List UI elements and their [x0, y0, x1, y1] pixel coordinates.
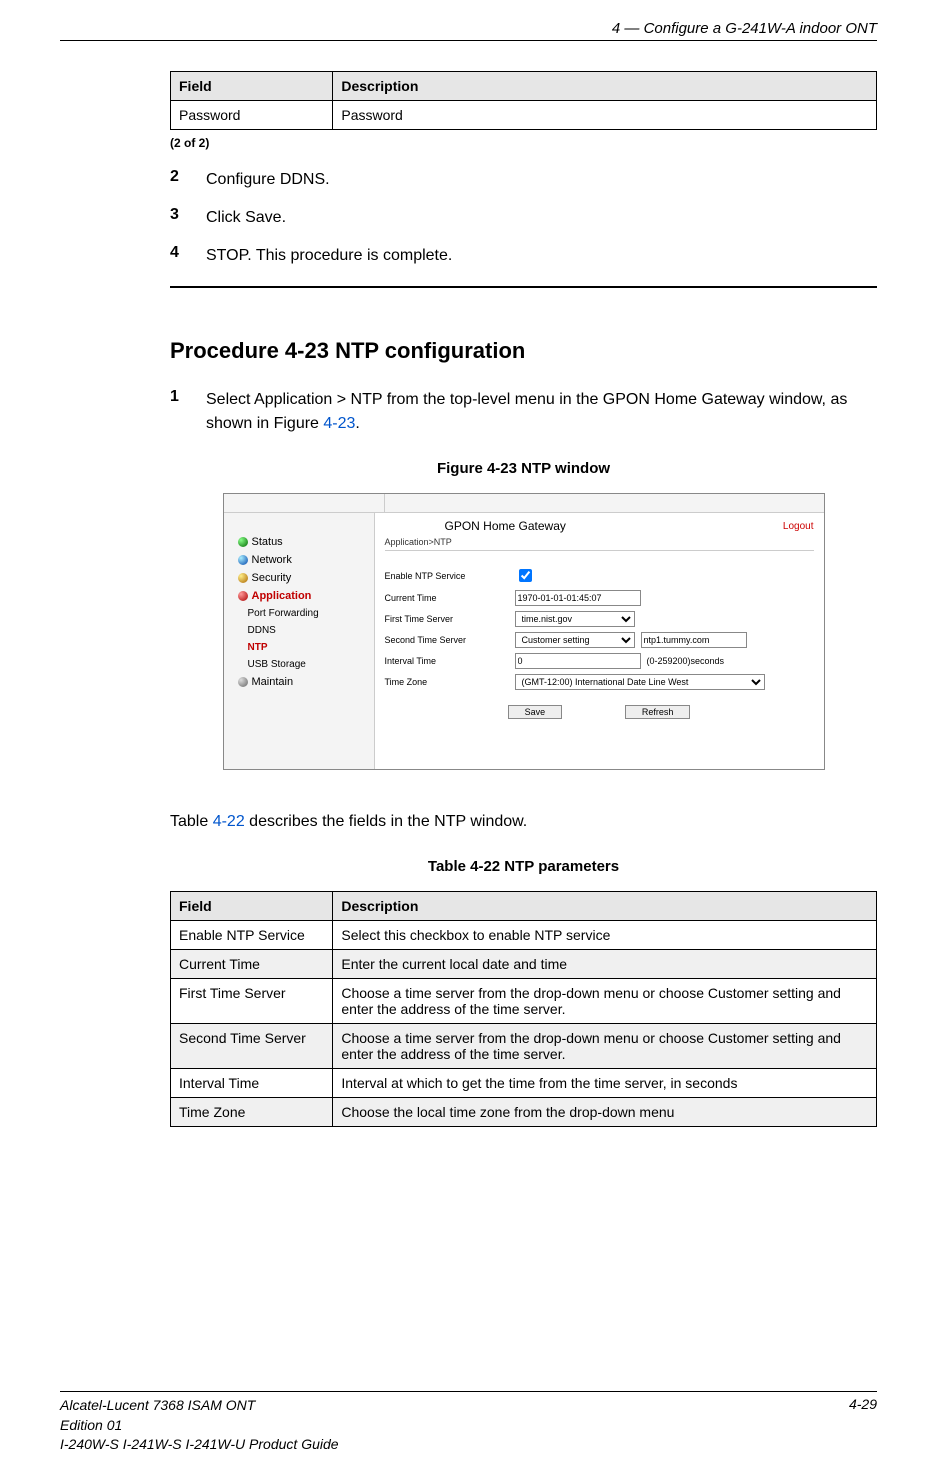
separator [170, 286, 877, 288]
table-row: Current TimeEnter the current local date… [171, 950, 877, 979]
step-item: 4 STOP. This procedure is complete. [170, 244, 877, 268]
sidebar-item-network[interactable]: Network [224, 551, 374, 569]
step-text: STOP. This procedure is complete. [206, 244, 877, 268]
interval-input[interactable] [515, 653, 641, 669]
sidebar-item-usb-storage[interactable]: USB Storage [224, 656, 374, 673]
enable-ntp-label: Enable NTP Service [385, 571, 515, 581]
step-number: 2 [170, 168, 184, 192]
col-desc: Description [333, 892, 877, 921]
page-footer: Alcatel-Lucent 7368 ISAM ONT Edition 01 … [60, 1391, 877, 1455]
ntp-window-figure: Status Network Security Application Port… [223, 493, 825, 770]
cell-field: Password [171, 101, 333, 130]
sidebar: Status Network Security Application Port… [224, 513, 375, 769]
cell-field: Enable NTP Service [171, 921, 333, 950]
figure-caption: Figure 4-23 NTP window [170, 460, 877, 477]
second-server-label: Second Time Server [385, 635, 515, 645]
col-desc: Description [333, 72, 877, 101]
enable-ntp-checkbox[interactable] [519, 569, 532, 582]
cell-desc: Choose a time server from the drop-down … [333, 1024, 877, 1069]
maintain-icon [238, 677, 248, 687]
table-row: Time ZoneChoose the local time zone from… [171, 1098, 877, 1127]
col-field: Field [171, 892, 333, 921]
figure-link[interactable]: 4-23 [323, 415, 355, 432]
status-icon [238, 537, 248, 547]
cell-field: Interval Time [171, 1069, 333, 1098]
sidebar-item-ddns[interactable]: DDNS [224, 622, 374, 639]
page-title: GPON Home Gateway [445, 519, 566, 533]
sidebar-item-port-forwarding[interactable]: Port Forwarding [224, 605, 374, 622]
cell-desc: Enter the current local date and time [333, 950, 877, 979]
first-server-label: First Time Server [385, 614, 515, 624]
window-titlebar [224, 494, 824, 513]
sidebar-item-ntp[interactable]: NTP [224, 639, 374, 656]
footer-guide: I-240W-S I-241W-S I-241W-U Product Guide [60, 1436, 339, 1452]
password-table: Field Description Password Password [170, 71, 877, 130]
timezone-label: Time Zone [385, 677, 515, 687]
current-time-input[interactable] [515, 590, 641, 606]
cell-field: Second Time Server [171, 1024, 333, 1069]
cell-desc: Password [333, 101, 877, 130]
cell-desc: Interval at which to get the time from t… [333, 1069, 877, 1098]
table-caption: Table 4-22 NTP parameters [170, 858, 877, 875]
logout-link[interactable]: Logout [783, 521, 814, 532]
network-icon [238, 555, 248, 565]
table-row: Enable NTP ServiceSelect this checkbox t… [171, 921, 877, 950]
application-icon [238, 591, 248, 601]
table-row: First Time ServerChoose a time server fr… [171, 979, 877, 1024]
ntp-parameters-table: Field Description Enable NTP ServiceSele… [170, 891, 877, 1127]
first-server-select[interactable]: time.nist.gov [515, 611, 635, 627]
running-header: 4 — Configure a G-241W-A indoor ONT [60, 20, 877, 41]
procedure-heading: Procedure 4-23 NTP configuration [170, 338, 877, 364]
cell-desc: Choose the local time zone from the drop… [333, 1098, 877, 1127]
sidebar-item-maintain[interactable]: Maintain [224, 673, 374, 691]
col-field: Field [171, 72, 333, 101]
table-row: Password Password [171, 101, 877, 130]
save-button[interactable]: Save [508, 705, 563, 719]
step-number: 1 [170, 388, 184, 436]
table-row: Interval TimeInterval at which to get th… [171, 1069, 877, 1098]
table-link[interactable]: 4-22 [213, 813, 245, 830]
cell-desc: Select this checkbox to enable NTP servi… [333, 921, 877, 950]
footer-product: Alcatel-Lucent 7368 ISAM ONT [60, 1397, 255, 1413]
step-item: 1 Select Application > NTP from the top-… [170, 388, 877, 436]
footer-edition: Edition 01 [60, 1417, 122, 1433]
security-icon [238, 573, 248, 583]
table-row: Second Time ServerChoose a time server f… [171, 1024, 877, 1069]
timezone-select[interactable]: (GMT-12:00) International Date Line West [515, 674, 765, 690]
cell-field: Time Zone [171, 1098, 333, 1127]
cell-field: First Time Server [171, 979, 333, 1024]
step-item: 2 Configure DDNS. [170, 168, 877, 192]
cell-field: Current Time [171, 950, 333, 979]
step-text: Select Application > NTP from the top-le… [206, 388, 877, 436]
refresh-button[interactable]: Refresh [625, 705, 691, 719]
table-intro-text: Table 4-22 describes the fields in the N… [170, 810, 877, 834]
sidebar-item-security[interactable]: Security [224, 569, 374, 587]
interval-hint: (0-259200)seconds [647, 656, 725, 666]
sidebar-item-application[interactable]: Application [224, 587, 374, 605]
second-server-input[interactable] [641, 632, 747, 648]
step-item: 3 Click Save. [170, 206, 877, 230]
table-note: (2 of 2) [170, 136, 877, 150]
step-number: 4 [170, 244, 184, 268]
step-text: Configure DDNS. [206, 168, 877, 192]
interval-label: Interval Time [385, 656, 515, 666]
second-server-select[interactable]: Customer setting [515, 632, 635, 648]
step-number: 3 [170, 206, 184, 230]
cell-desc: Choose a time server from the drop-down … [333, 979, 877, 1024]
breadcrumb: Application>NTP [385, 537, 814, 551]
page-number: 4-29 [849, 1396, 877, 1455]
step-text: Click Save. [206, 206, 877, 230]
current-time-label: Current Time [385, 593, 515, 603]
sidebar-item-status[interactable]: Status [224, 533, 374, 551]
